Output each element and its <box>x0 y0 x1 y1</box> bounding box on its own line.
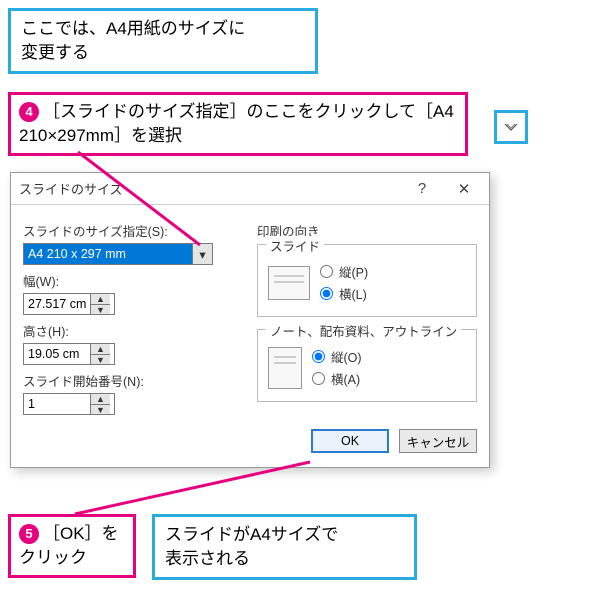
help-button[interactable]: ? <box>401 174 443 204</box>
width-label: 幅(W): <box>23 271 243 290</box>
spin-up-icon: ▲ <box>91 344 110 355</box>
width-stepper[interactable]: ▲ ▼ <box>90 294 110 314</box>
dialog-title: スライドのサイズ <box>19 179 123 198</box>
slide-size-select[interactable]: A4 210 x 297 mm ▾ <box>23 243 213 265</box>
slide-landscape-label: 横(L) <box>339 284 367 303</box>
startnum-input[interactable] <box>24 394 90 414</box>
chevron-down-icon: ▾ <box>192 244 212 264</box>
notes-landscape-label: 横(A) <box>331 369 360 388</box>
close-icon: ✕ <box>458 180 471 198</box>
height-spinner[interactable]: ▲ ▼ <box>23 343 115 365</box>
callout-result-text: スライドがA4サイズで 表示される <box>165 525 338 568</box>
spin-up-icon: ▲ <box>91 394 110 405</box>
notes-orientation-group: ノート、配布資料、アウトライン 縦(O) 横(A) <box>257 329 477 402</box>
dropdown-chevron-sample <box>494 110 528 144</box>
slide-portrait-label: 縦(P) <box>339 262 368 281</box>
size-label: スライドのサイズ指定(S): <box>23 221 243 240</box>
slide-group-title: スライド <box>266 236 324 255</box>
height-input[interactable] <box>24 344 90 364</box>
width-input[interactable] <box>24 294 90 314</box>
spin-down-icon: ▼ <box>91 305 110 315</box>
startnum-label: スライド開始番号(N): <box>23 371 243 390</box>
height-stepper[interactable]: ▲ ▼ <box>90 344 110 364</box>
slide-orientation-group: スライド 縦(P) 横(L) <box>257 244 477 317</box>
callout-context: ここでは、A4用紙のサイズに 変更する <box>8 8 318 74</box>
callout-context-text: ここでは、A4用紙のサイズに 変更する <box>21 19 245 62</box>
ok-button[interactable]: OK <box>311 429 389 453</box>
spin-up-icon: ▲ <box>91 294 110 305</box>
notes-portrait-radio[interactable]: 縦(O) <box>312 347 362 366</box>
notes-landscape-radio[interactable]: 横(A) <box>312 369 362 388</box>
startnum-stepper[interactable]: ▲ ▼ <box>90 394 110 414</box>
right-column: 印刷の向き スライド 縦(P) 横(L) <box>257 215 477 415</box>
startnum-spinner[interactable]: ▲ ▼ <box>23 393 115 415</box>
callout-step5: 5［OK］をクリック <box>8 514 136 578</box>
notes-portrait-label: 縦(O) <box>331 347 362 366</box>
left-column: スライドのサイズ指定(S): A4 210 x 297 mm ▾ 幅(W): ▲… <box>23 215 243 415</box>
step5-badge: 5 <box>19 524 39 544</box>
slide-size-dialog: スライドのサイズ ? ✕ スライドのサイズ指定(S): A4 210 x 297… <box>10 172 490 468</box>
close-button[interactable]: ✕ <box>443 174 485 204</box>
cancel-button[interactable]: キャンセル <box>399 429 477 453</box>
chevron-down-icon <box>503 122 519 132</box>
slide-landscape-radio[interactable]: 横(L) <box>320 284 368 303</box>
spin-down-icon: ▼ <box>91 405 110 415</box>
step4-badge: 4 <box>19 102 39 122</box>
step4-text: ［スライドのサイズ指定］のここをクリックして［A4 210×297mm］を選択 <box>19 102 454 145</box>
help-icon: ? <box>418 180 426 197</box>
callout-step4: 4［スライドのサイズ指定］のここをクリックして［A4 210×297mm］を選択 <box>8 92 468 156</box>
notes-group-title: ノート、配布資料、アウトライン <box>266 321 461 340</box>
slide-portrait-radio[interactable]: 縦(P) <box>320 262 368 281</box>
spin-down-icon: ▼ <box>91 355 110 365</box>
dialog-button-row: OK キャンセル <box>11 429 489 467</box>
page-portrait-icon <box>268 347 302 389</box>
callout-result: スライドがA4サイズで 表示される <box>152 514 417 580</box>
width-spinner[interactable]: ▲ ▼ <box>23 293 115 315</box>
height-label: 高さ(H): <box>23 321 243 340</box>
dialog-titlebar: スライドのサイズ ? ✕ <box>11 173 489 205</box>
page-landscape-icon <box>268 266 310 300</box>
slide-size-value: A4 210 x 297 mm <box>28 247 126 261</box>
